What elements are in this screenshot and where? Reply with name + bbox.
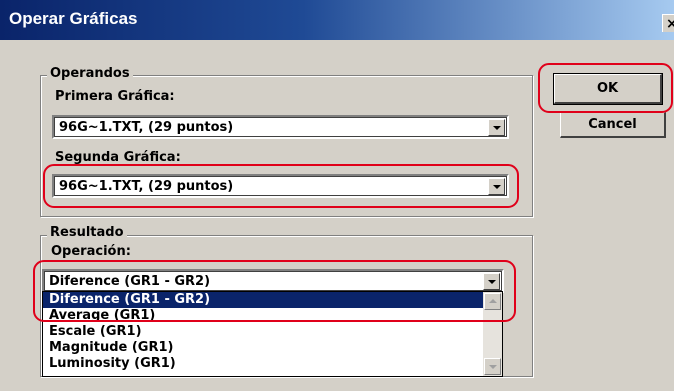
cancel-button[interactable]: Cancel	[560, 112, 666, 138]
chevron-down-icon[interactable]	[483, 273, 500, 290]
primera-grafica-value: 96G~1.TXT, (29 puntos)	[59, 120, 234, 135]
resultado-legend: Resultado	[47, 225, 127, 240]
list-item[interactable]: Average (GR1)	[43, 308, 502, 324]
list-item[interactable]: Luminosity (GR1)	[43, 356, 502, 372]
segunda-grafica-select[interactable]: 96G~1.TXT, (29 puntos)	[52, 174, 509, 198]
list-item[interactable]: Magnitude (GR1)	[43, 340, 502, 356]
list-scrollbar[interactable]	[483, 292, 502, 376]
close-icon[interactable]: ×	[662, 14, 674, 32]
window-title: Operar Gráficas	[9, 9, 138, 28]
scroll-down-icon[interactable]	[484, 358, 501, 375]
ok-button[interactable]: OK	[553, 73, 663, 105]
chevron-down-icon[interactable]	[488, 178, 505, 195]
primera-grafica-select[interactable]: 96G~1.TXT, (29 puntos)	[52, 115, 509, 139]
scroll-up-icon[interactable]	[484, 293, 501, 310]
title-bar[interactable]: Operar Gráficas ×	[0, 0, 674, 40]
chevron-down-icon[interactable]	[488, 119, 505, 136]
operacion-select[interactable]: Diference (GR1 - GR2)	[42, 269, 504, 293]
operacion-dropdown-list[interactable]: Diference (GR1 - GR2) Average (GR1) Esca…	[42, 291, 503, 377]
primera-grafica-label: Primera Gráfica:	[55, 89, 175, 104]
list-item[interactable]: Diference (GR1 - GR2)	[43, 292, 502, 308]
segunda-grafica-value: 96G~1.TXT, (29 puntos)	[59, 179, 234, 194]
segunda-grafica-label: Segunda Gráfica:	[55, 150, 181, 165]
operacion-label: Operación:	[51, 244, 131, 259]
list-item[interactable]: Escale (GR1)	[43, 324, 502, 340]
operacion-value: Diference (GR1 - GR2)	[49, 274, 211, 289]
operandos-legend: Operandos	[47, 66, 133, 81]
